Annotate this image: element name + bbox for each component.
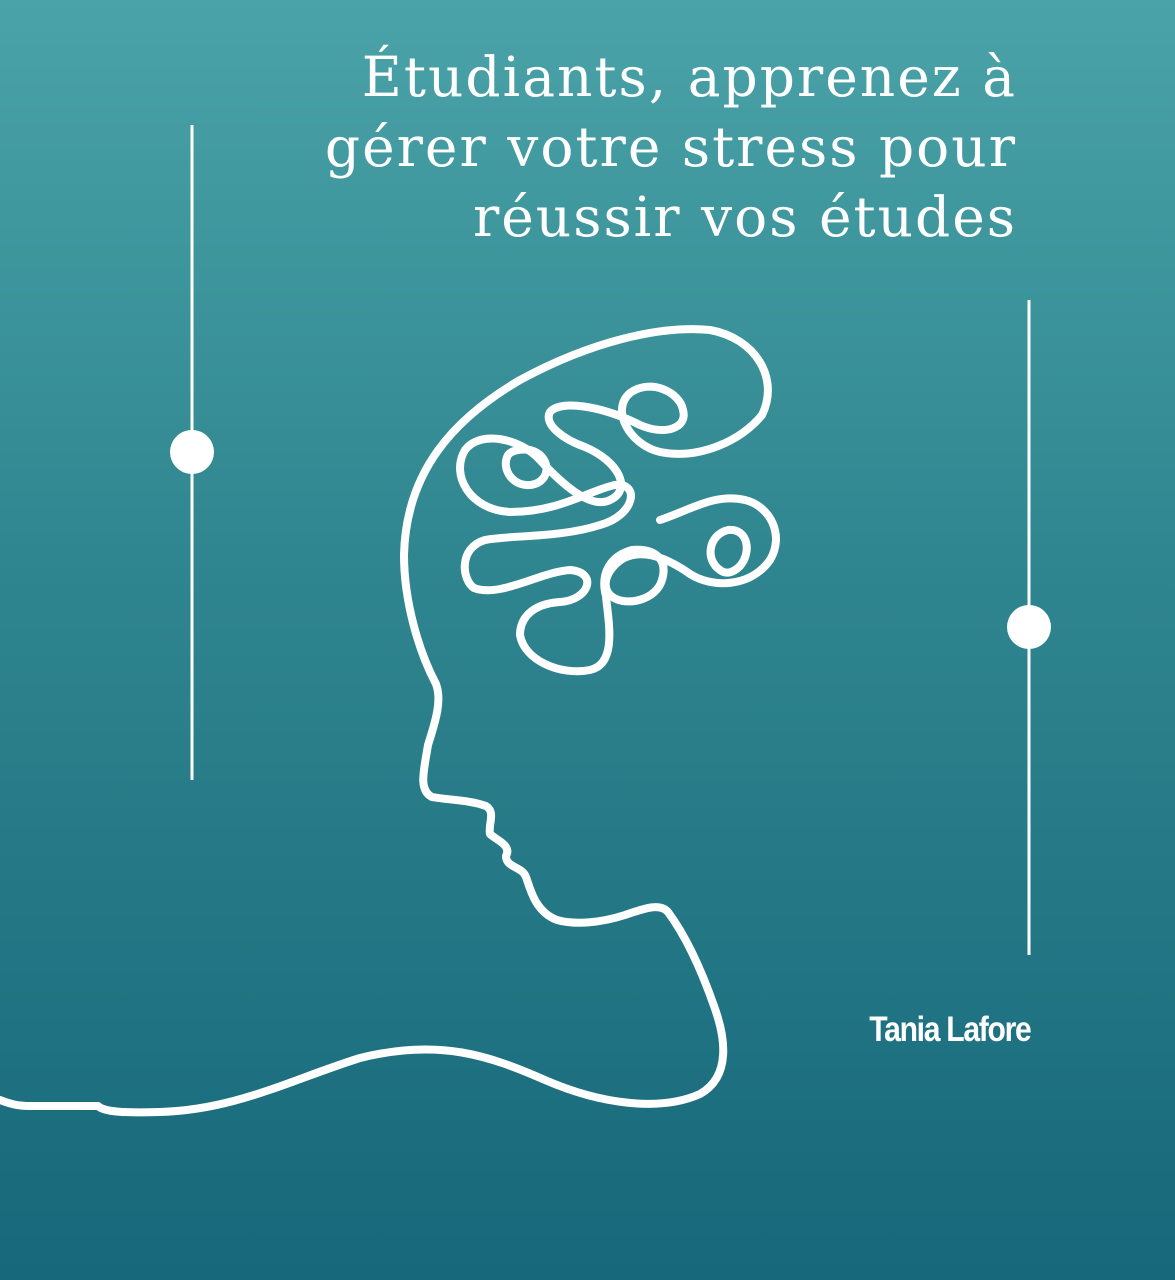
right-timeline-decoration	[1007, 300, 1051, 955]
author-name: Tania Lafore	[869, 1010, 1033, 1049]
book-title: Étudiants, apprenez à gérer votre stress…	[257, 42, 1017, 252]
left-dot	[170, 430, 214, 474]
right-loop-line	[706, 526, 751, 577]
small-loop-line	[502, 445, 551, 490]
right-dot	[1007, 605, 1051, 649]
book-cover: Étudiants, apprenez à gérer votre stress…	[0, 0, 1175, 1280]
left-timeline-decoration	[170, 125, 214, 780]
title-line-1: Étudiants, apprenez à	[361, 45, 1017, 109]
title-line-3: réussir vos études	[472, 185, 1017, 249]
title-line-2: gérer votre stress pour	[324, 115, 1017, 179]
head-profile-line	[0, 325, 772, 1117]
